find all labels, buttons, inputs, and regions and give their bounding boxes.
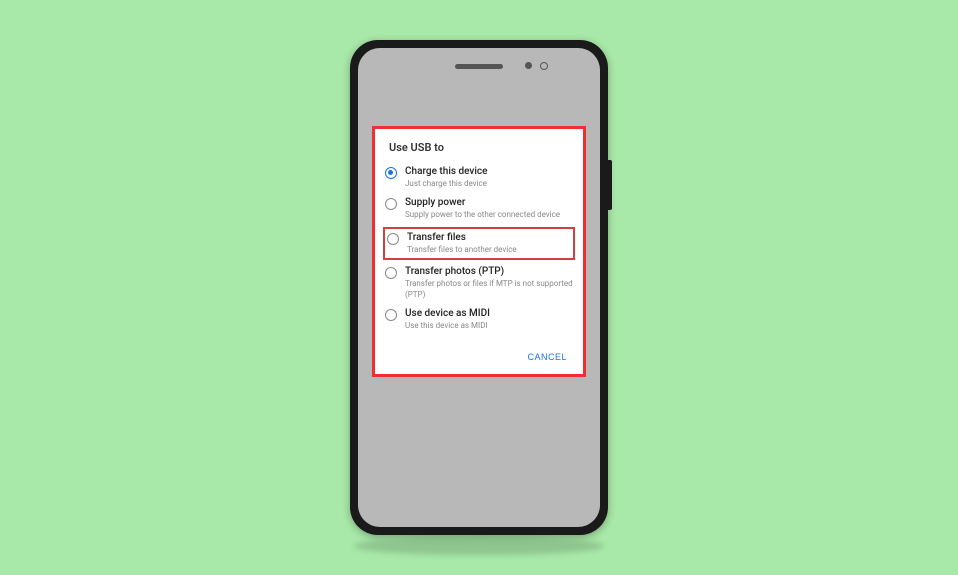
- option-transfer-files[interactable]: Transfer files Transfer files to another…: [385, 232, 573, 255]
- option-charge[interactable]: Charge this device Just charge this devi…: [375, 162, 583, 193]
- option-label: Supply power: [405, 197, 573, 208]
- option-text: Transfer files Transfer files to another…: [407, 232, 571, 255]
- dialog-actions: CANCEL: [375, 335, 583, 366]
- usb-dialog: Use USB to Charge this device Just charg…: [372, 126, 586, 377]
- option-supply-power[interactable]: Supply power Supply power to the other c…: [375, 193, 583, 224]
- radio-icon: [385, 167, 397, 179]
- power-button[interactable]: [608, 160, 612, 210]
- highlight-box: Transfer files Transfer files to another…: [383, 227, 575, 260]
- option-text: Use device as MIDI Use this device as MI…: [405, 308, 573, 331]
- speaker-grille: [455, 64, 503, 69]
- option-desc: Transfer photos or files if MTP is not s…: [405, 279, 573, 300]
- phone-screen: Use USB to Charge this device Just charg…: [358, 48, 600, 527]
- dialog-title: Use USB to: [375, 141, 583, 162]
- option-midi[interactable]: Use device as MIDI Use this device as MI…: [375, 304, 583, 335]
- option-label: Transfer photos (PTP): [405, 266, 573, 277]
- radio-icon: [385, 198, 397, 210]
- option-desc: Just charge this device: [405, 179, 573, 189]
- option-text: Charge this device Just charge this devi…: [405, 166, 573, 189]
- radio-icon: [385, 309, 397, 321]
- phone-frame: Use USB to Charge this device Just charg…: [350, 40, 608, 535]
- option-desc: Transfer files to another device: [407, 245, 571, 255]
- option-label: Use device as MIDI: [405, 308, 573, 319]
- phone-shadow: [354, 537, 604, 555]
- radio-icon: [385, 267, 397, 279]
- option-label: Transfer files: [407, 232, 571, 243]
- option-transfer-photos[interactable]: Transfer photos (PTP) Transfer photos or…: [375, 262, 583, 304]
- sensor-dot: [525, 62, 532, 69]
- radio-icon: [387, 233, 399, 245]
- option-text: Transfer photos (PTP) Transfer photos or…: [405, 266, 573, 300]
- option-label: Charge this device: [405, 166, 573, 177]
- cancel-button[interactable]: CANCEL: [527, 352, 567, 362]
- option-text: Supply power Supply power to the other c…: [405, 197, 573, 220]
- option-desc: Supply power to the other connected devi…: [405, 210, 573, 220]
- option-desc: Use this device as MIDI: [405, 321, 573, 331]
- front-camera: [540, 62, 548, 70]
